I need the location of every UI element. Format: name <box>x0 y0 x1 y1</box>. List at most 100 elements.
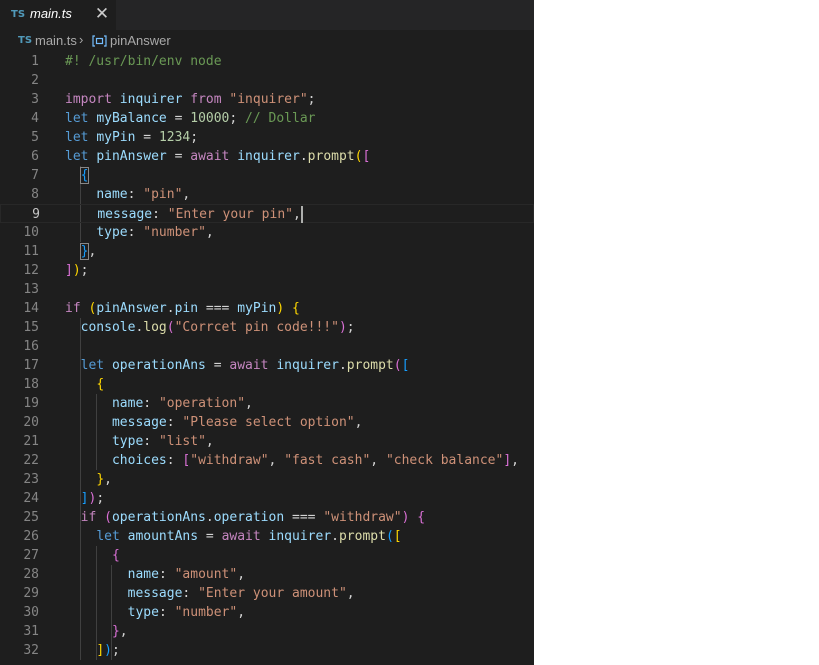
code-text[interactable]: choices: ["withdraw", "fast cash", "chec… <box>65 451 519 470</box>
code-text[interactable]: { <box>65 546 120 565</box>
code-token: "Enter your amount" <box>198 586 347 601</box>
line-number: 24 <box>23 491 39 506</box>
code-line[interactable]: 26 let amountAns = await inquirer.prompt… <box>0 527 534 546</box>
code-token: "amount" <box>174 567 238 582</box>
code-editor[interactable]: TS main.ts ✕ TS main.ts › pinAnswer 1 #! … <box>0 0 534 665</box>
tab-title: main.ts <box>30 6 72 21</box>
code-line[interactable]: 14 if (pinAnswer.pin === myPin) { <box>0 299 534 318</box>
code-line[interactable]: 28 name: "amount", <box>0 565 534 584</box>
code-line[interactable]: 21 type: "list", <box>0 432 534 451</box>
code-line[interactable]: 12]); <box>0 261 534 280</box>
code-text[interactable]: { <box>65 375 104 394</box>
code-token: . <box>299 149 308 164</box>
code-text[interactable]: message: "Enter your amount", <box>65 584 355 603</box>
code-line[interactable]: 24 ]); <box>0 489 534 508</box>
code-text[interactable]: let myBalance = 10000; // Dollar <box>65 109 316 128</box>
code-line[interactable]: 17 let operationAns = await inquirer.pro… <box>0 356 534 375</box>
code-line[interactable]: 3 import inquirer from "inquirer"; <box>0 90 534 109</box>
code-line[interactable]: 22 choices: ["withdraw", "fast cash", "c… <box>0 451 534 470</box>
close-icon[interactable]: ✕ <box>92 2 112 26</box>
code-text[interactable]: ]); <box>65 261 88 280</box>
code-line[interactable]: 16 <box>0 337 534 356</box>
chevron-right-icon: › <box>79 32 84 47</box>
line-number: 5 <box>31 130 39 145</box>
line-number: 30 <box>23 605 39 620</box>
code-token: , <box>346 586 355 601</box>
line-number: 1 <box>31 54 39 69</box>
code-line[interactable]: 29 message: "Enter your amount", <box>0 584 534 603</box>
code-token: ; <box>80 263 89 278</box>
tab-main-ts[interactable]: TS main.ts ✕ <box>0 0 116 30</box>
breadcrumb: TS main.ts › pinAnswer <box>0 31 534 51</box>
code-line[interactable]: 10 type: "number", <box>0 223 534 242</box>
code-token: ( <box>393 358 402 373</box>
code-text[interactable]: }, <box>65 622 128 641</box>
code-text[interactable]: name: "pin", <box>65 185 190 204</box>
code-text[interactable]: message: "Please select option", <box>65 413 362 432</box>
line-number: 25 <box>23 510 39 525</box>
code-token: [ <box>393 529 402 544</box>
code-token: , <box>268 453 285 468</box>
code-token: await <box>229 358 269 373</box>
code-line[interactable]: 19 name: "operation", <box>0 394 534 413</box>
code-text[interactable]: let operationAns = await inquirer.prompt… <box>65 356 410 375</box>
breadcrumb-file[interactable]: main.ts <box>35 33 77 48</box>
code-token: : <box>182 586 199 601</box>
code-line[interactable]: 32 ]); <box>0 641 534 660</box>
code-text[interactable]: let myPin = 1234; <box>65 128 198 147</box>
code-token: await <box>190 149 230 164</box>
code-line[interactable]: 13 <box>0 280 534 299</box>
code-text[interactable]: if (pinAnswer.pin === myPin) { <box>65 299 300 318</box>
code-token: = <box>205 358 230 373</box>
code-line[interactable]: 20 message: "Please select option", <box>0 413 534 432</box>
code-text[interactable]: ]); <box>65 489 104 508</box>
code-text[interactable]: console.log("Corrcet pin code!!!"); <box>65 318 355 337</box>
code-text[interactable]: if (operationAns.operation === "withdraw… <box>65 508 425 527</box>
code-line[interactable]: 6 let pinAnswer = await inquirer.prompt([ <box>0 147 534 166</box>
code-text[interactable]: let amountAns = await inquirer.prompt([ <box>65 527 402 546</box>
code-token: ; <box>96 491 105 506</box>
code-line[interactable]: 5 let myPin = 1234; <box>0 128 534 147</box>
code-text[interactable]: type: "number", <box>65 223 213 242</box>
code-line[interactable]: 31 }, <box>0 622 534 641</box>
code-line[interactable]: 2 <box>0 71 534 90</box>
code-text[interactable]: import inquirer from "inquirer"; <box>65 90 316 109</box>
breadcrumb-symbol[interactable]: pinAnswer <box>110 33 171 48</box>
code-text[interactable]: type: "list", <box>65 432 214 451</box>
code-line[interactable]: 15 console.log("Corrcet pin code!!!"); <box>0 318 534 337</box>
code-line[interactable]: 11 }, <box>0 242 534 261</box>
code-token: , <box>182 187 191 202</box>
code-text[interactable]: name: "amount", <box>65 565 245 584</box>
code-line[interactable]: 4 let myBalance = 10000; // Dollar <box>0 109 534 128</box>
code-line[interactable]: 8 name: "pin", <box>0 185 534 204</box>
code-line[interactable]: 25 if (operationAns.operation === "withd… <box>0 508 534 527</box>
code-line[interactable]: 9 message: "Enter your pin", <box>0 204 534 223</box>
code-token: : <box>143 434 159 449</box>
code-line[interactable]: 23 }, <box>0 470 534 489</box>
code-text[interactable]: message: "Enter your pin", <box>66 205 303 224</box>
code-text[interactable]: #! /usr/bin/env node <box>65 52 222 71</box>
code-text[interactable]: }, <box>65 242 96 261</box>
code-token: "number" <box>143 225 206 240</box>
line-number: 3 <box>31 92 39 107</box>
code-line[interactable]: 27 { <box>0 546 534 565</box>
code-line[interactable]: 18 { <box>0 375 534 394</box>
code-line[interactable]: 30 type: "number", <box>0 603 534 622</box>
code-text[interactable]: name: "operation", <box>65 394 253 413</box>
code-text[interactable]: }, <box>65 470 112 489</box>
code-text[interactable]: let pinAnswer = await inquirer.prompt([ <box>65 147 370 166</box>
code-text[interactable]: ]); <box>65 641 119 660</box>
code-line[interactable]: 1 #! /usr/bin/env node <box>0 52 534 71</box>
code-token: ( <box>104 510 112 525</box>
code-text[interactable]: type: "number", <box>65 603 245 622</box>
line-number: 31 <box>23 624 39 639</box>
code-token: ) <box>276 301 285 316</box>
code-text[interactable]: { <box>65 166 90 185</box>
code-line[interactable]: 7 { <box>0 166 534 185</box>
